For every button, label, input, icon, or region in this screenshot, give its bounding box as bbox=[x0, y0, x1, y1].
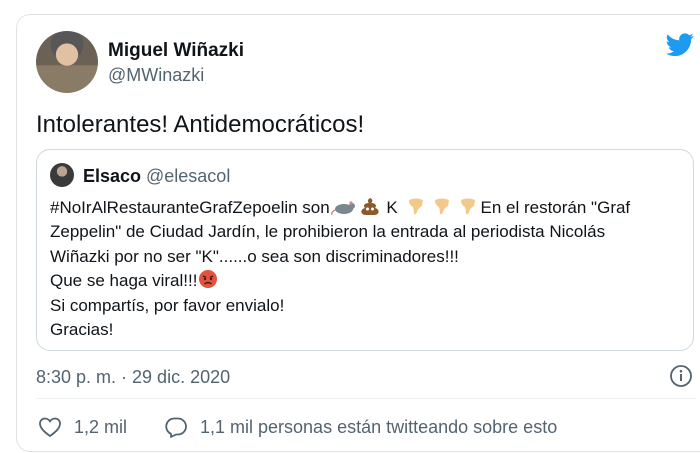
twitter-bird-icon[interactable] bbox=[666, 33, 694, 57]
author-avatar[interactable] bbox=[36, 31, 98, 93]
pointing-down-emoji bbox=[434, 198, 449, 215]
like-count: 1,2 mil bbox=[74, 416, 128, 437]
poop-emoji bbox=[361, 198, 379, 215]
quoted-text-line: Que se haga viral!!! bbox=[50, 271, 198, 291]
quoted-text-line: En el restorán "Graf bbox=[480, 198, 631, 217]
heart-icon bbox=[39, 417, 61, 438]
conversation-link[interactable]: 1,1 mil personas están twitteando sobre … bbox=[164, 416, 557, 438]
rat-emoji bbox=[330, 201, 355, 216]
quoted-text-line: Gracias! bbox=[50, 320, 114, 340]
quoted-author-avatar bbox=[50, 163, 74, 187]
quoted-tweet-text: #NoIrAlRestauranteGrafZepoelin son K En … bbox=[50, 196, 690, 342]
quoted-text-line: Zeppelin" de Ciudad Jardín, le prohibier… bbox=[50, 222, 606, 242]
author-handle[interactable]: @MWinazki bbox=[108, 65, 204, 86]
divider bbox=[36, 398, 696, 399]
pointing-down-emoji bbox=[460, 198, 475, 215]
conversation-text: 1,1 mil personas están twitteando sobre … bbox=[200, 416, 558, 437]
quoted-text-k: K bbox=[381, 198, 403, 217]
quoted-author-handle: @elesacol bbox=[146, 166, 231, 186]
pointing-down-emoji bbox=[408, 198, 423, 215]
quoted-text-line: Wiñazki por no ser "K"......o sea son di… bbox=[50, 246, 459, 266]
info-icon[interactable] bbox=[669, 364, 693, 388]
quoted-text-line: Si compartís, por favor envialo! bbox=[50, 295, 285, 315]
quoted-author-name: Elsaco bbox=[83, 166, 142, 186]
tweet-timestamp[interactable]: 8:30 p. m. · 29 dic. 2020 bbox=[36, 367, 230, 388]
speech-bubble-icon bbox=[165, 417, 187, 438]
angry-face-emoji bbox=[199, 270, 218, 289]
quoted-text-line: #NoIrAlRestauranteGrafZepoelin son bbox=[50, 198, 330, 217]
author-name[interactable]: Miguel Wiñazki bbox=[108, 40, 244, 62]
tweet-text: Intolerantes! Antidemocráticos! bbox=[36, 111, 365, 138]
like-button[interactable]: 1,2 mil bbox=[38, 416, 127, 438]
